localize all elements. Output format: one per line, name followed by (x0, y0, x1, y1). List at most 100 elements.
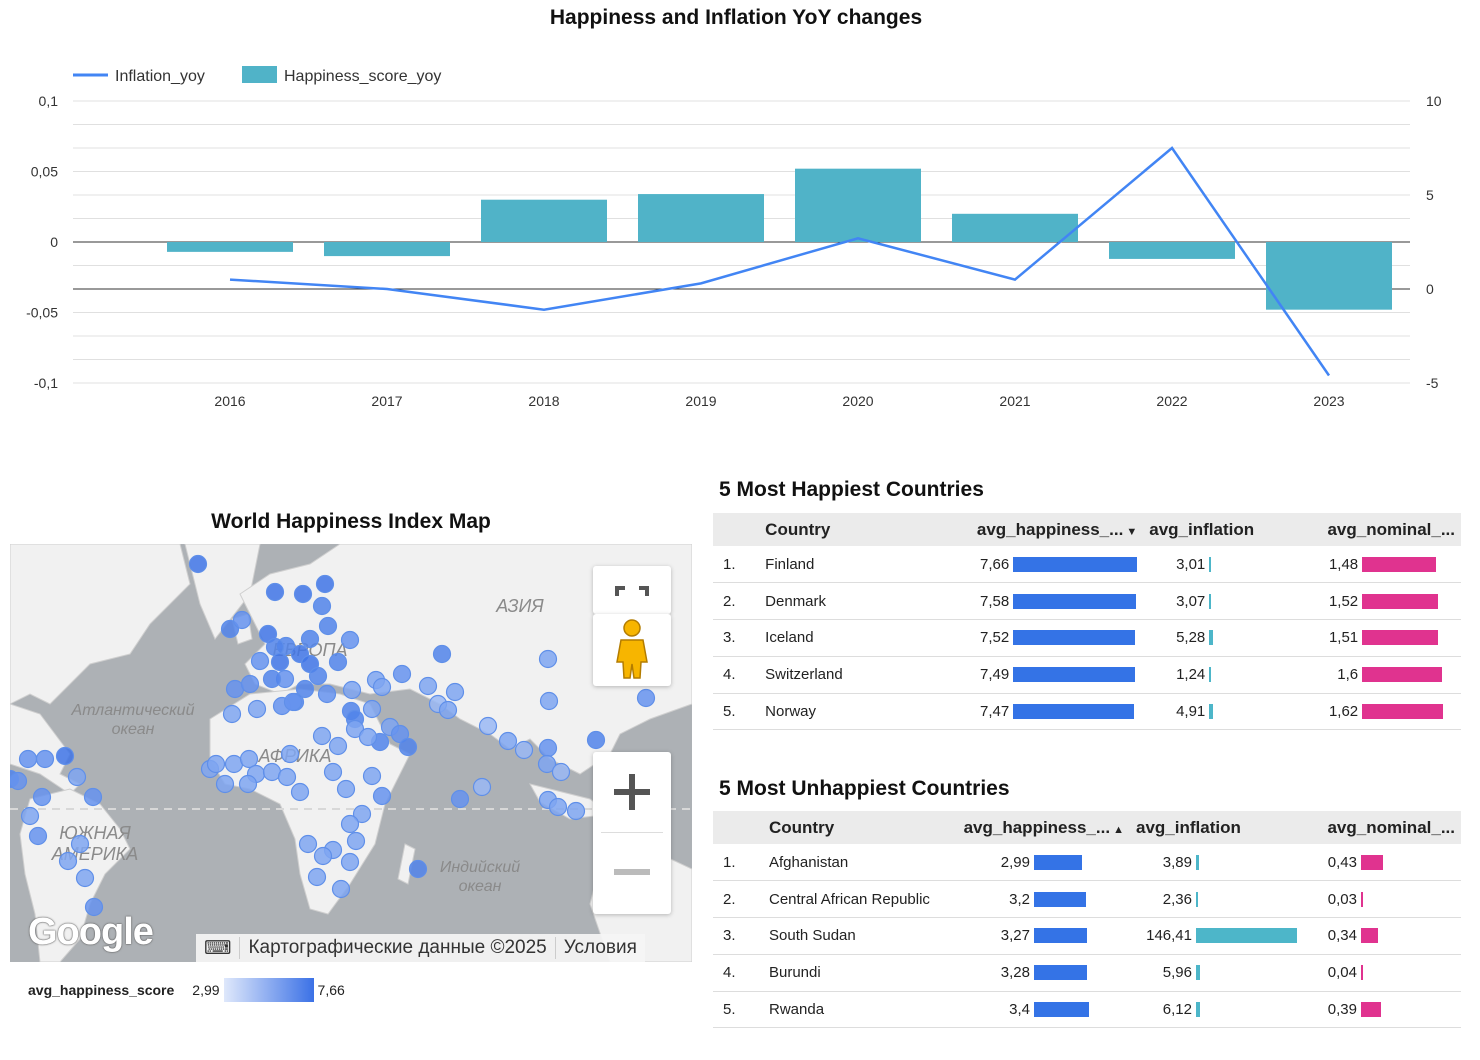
header-nominal[interactable]: avg_nominal_... (1316, 513, 1461, 546)
table-row[interactable]: 2. Denmark 7,58 3,07 1,52 (713, 582, 1461, 621)
map-title: World Happiness Index Map (211, 510, 491, 533)
table-row[interactable]: 3. South Sudan 3,27 146,41 0,34 (713, 917, 1461, 955)
legend-swatch-happiness (242, 66, 277, 83)
table-row[interactable]: 4. Switzerland 7,49 1,24 1,6 (713, 656, 1461, 694)
cell-bar (1361, 854, 1383, 870)
cell-bar (1013, 593, 1136, 609)
map-data-attribution[interactable]: Картографические данные ©2025 (239, 937, 554, 959)
happiness-bar (481, 199, 607, 242)
legend-gradient (223, 978, 314, 1002)
sort-ascending-icon[interactable]: ▲ (1110, 824, 1124, 836)
zoom-in-button[interactable] (593, 752, 671, 832)
country-bubble (586, 730, 606, 750)
map-label-asia: АЗИЯ (495, 596, 544, 616)
happiness-cell: 7,49 (927, 656, 1144, 694)
country-bubble (293, 584, 313, 604)
happiness-bar (795, 168, 921, 242)
nominal-cell: 0,04 (1315, 954, 1461, 992)
cell-bar (1034, 928, 1087, 944)
country-bubble (67, 767, 87, 787)
cell-bar (1209, 630, 1213, 646)
country-bubble (206, 754, 226, 774)
cell-bar (1361, 1002, 1381, 1018)
table-row[interactable]: 1. Finland 7,66 3,01 1,48 (713, 546, 1461, 584)
cell-value: 5,96 (1162, 964, 1192, 982)
table-row[interactable]: 3. Iceland 7,52 5,28 1,51 (713, 619, 1461, 657)
table-row[interactable]: 5. Norway 7,47 4,91 1,62 (713, 693, 1461, 731)
x-tick-label: 2023 (1313, 393, 1344, 409)
header-country[interactable]: Country (763, 811, 948, 844)
cell-bar (1196, 1002, 1201, 1018)
header-label: avg_happiness_... (976, 519, 1124, 539)
map-canvas[interactable]: АЗИЯЕВРОПААФРИКААтлантическийокеанЮЖНАЯА… (10, 544, 692, 962)
country-bubble (313, 846, 333, 866)
sort-descending-icon[interactable]: ▼ (1123, 526, 1137, 538)
cell-bar (1361, 965, 1363, 981)
country-cell: Burundi (763, 954, 948, 992)
happiness-bar (1266, 242, 1392, 310)
fullscreen-button[interactable] (593, 566, 671, 614)
header-rank (713, 811, 763, 844)
header-country[interactable]: Country (759, 513, 928, 546)
country-bubble (372, 677, 392, 697)
cell-bar (1362, 704, 1444, 720)
country-bubble (450, 789, 470, 809)
cell-value: 7,49 (979, 666, 1010, 684)
terms-link[interactable]: Условия (554, 937, 645, 959)
country-bubble (566, 801, 586, 821)
happiness-cell: 3,4 (948, 991, 1130, 1029)
country-bubble (290, 782, 310, 802)
country-cell: Switzerland (759, 656, 928, 694)
cell-value: 2,36 (1162, 890, 1192, 908)
header-inflation[interactable]: avg_inflation (1143, 513, 1317, 546)
table-row[interactable]: 4. Burundi 3,28 5,96 0,04 (713, 954, 1461, 992)
map-label-indian-ocean: океан (459, 878, 502, 895)
rank-cell: 1. (713, 546, 760, 584)
country-bubble (340, 630, 360, 650)
country-bubble (270, 652, 290, 672)
cell-value: 1,52 (1328, 592, 1359, 610)
happiness-bar (167, 242, 293, 252)
rank-cell: 3. (713, 917, 763, 955)
cell-value: 1,6 (1337, 666, 1359, 684)
unhappiest-table-title: 5 Most Unhappiest Countries (719, 777, 1010, 800)
happiness-bar (952, 213, 1078, 242)
table-row[interactable]: 5. Rwanda 3,4 6,12 0,39 (713, 991, 1461, 1029)
cell-value: 0,34 (1327, 927, 1357, 945)
left-tick-label: 0 (50, 234, 58, 250)
left-tick-label: 0,05 (31, 164, 58, 180)
happiest-countries-table: Country avg_happiness_... ▼ avg_inflation a… (713, 513, 1461, 731)
nominal-cell: 0,34 (1315, 917, 1461, 955)
happiness-cell: 7,66 (927, 546, 1144, 584)
zoom-divider (601, 832, 663, 833)
table-row[interactable]: 2. Central African Republic 3,2 2,36 0,03 (713, 880, 1461, 919)
x-tick-label: 2017 (371, 393, 402, 409)
header-nominal[interactable]: avg_nominal_... (1315, 811, 1461, 844)
country-bubble (318, 616, 338, 636)
country-bubble (262, 669, 282, 689)
header-happiness[interactable]: avg_happiness_... ▲ (948, 811, 1130, 844)
nominal-cell: 0,43 (1315, 844, 1461, 882)
country-bubble (247, 699, 267, 719)
country-bubble (551, 762, 571, 782)
cell-value: 0,04 (1327, 964, 1357, 982)
country-bubble (20, 806, 40, 826)
happiness-cell: 7,58 (927, 582, 1144, 621)
cell-value: 6,12 (1162, 1001, 1192, 1019)
left-tick-label: 0,1 (39, 93, 59, 109)
street-view-button[interactable] (593, 614, 671, 686)
header-happiness[interactable]: avg_happiness_... ▼ (927, 513, 1144, 546)
world-map[interactable]: АЗИЯЕВРОПААФРИКААтлантическийокеанЮЖНАЯА… (10, 544, 692, 962)
zoom-out-button[interactable] (593, 834, 671, 914)
country-bubble (514, 740, 534, 760)
minus-icon (614, 869, 650, 875)
country-cell: Iceland (759, 619, 928, 657)
header-inflation[interactable]: avg_inflation (1130, 811, 1315, 844)
header-label: avg_nominal_... (1327, 817, 1455, 837)
cell-bar (1196, 928, 1298, 944)
nominal-cell: 0,03 (1315, 880, 1461, 919)
happiness-bar (638, 194, 764, 242)
keyboard-icon[interactable]: ⌨ (196, 937, 239, 960)
cell-bar (1034, 854, 1083, 870)
table-row[interactable]: 1. Afghanistan 2,99 3,89 0,43 (713, 844, 1461, 882)
